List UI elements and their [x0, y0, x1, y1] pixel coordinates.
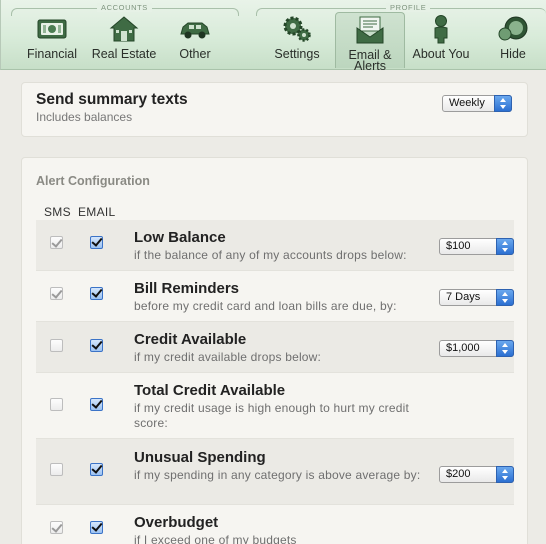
unusual-spending-threshold-value: $200	[446, 468, 471, 480]
hide-button[interactable]: Hide	[491, 12, 535, 68]
bill-reminders-days-value: 7 Days	[446, 291, 481, 303]
summary-frequency-value: Weekly	[449, 97, 485, 109]
alert-description: if my spending in any category is above …	[134, 468, 421, 482]
alert-row-total-credit-available: Total Credit Available if my credit usag…	[36, 373, 514, 439]
about-you-button[interactable]: About You	[407, 12, 475, 68]
overbudget-sms-checkbox[interactable]	[50, 521, 63, 534]
other-button[interactable]: Other	[169, 12, 221, 68]
summary-subtitle: Includes balances	[36, 110, 133, 124]
low-balance-sms-checkbox[interactable]	[50, 236, 63, 249]
alert-name: Low Balance	[134, 229, 226, 246]
low-balance-threshold-value: $100	[446, 240, 471, 252]
low-balance-threshold-select[interactable]: $100	[439, 238, 514, 255]
alert-name: Overbudget	[134, 514, 219, 531]
alert-configuration-heading: Alert Configuration	[36, 174, 150, 188]
accounts-group-caption: ACCOUNTS	[97, 3, 152, 12]
alert-configuration-panel: Alert Configuration SMS EMAIL Low Balanc…	[21, 157, 528, 544]
unusual-spending-sms-checkbox[interactable]	[50, 463, 63, 476]
bill-reminders-email-checkbox[interactable]	[90, 287, 103, 300]
alert-name: Total Credit Available	[134, 382, 286, 399]
select-arrows-icon	[496, 289, 514, 306]
about-you-label: About You	[412, 47, 470, 61]
alert-row-overbudget: Overbudget if I exceed one of my budgets	[36, 505, 514, 544]
financial-button[interactable]: Financial	[21, 12, 83, 68]
bill-reminders-days-select[interactable]: 7 Days	[439, 289, 514, 306]
alert-row-unusual-spending: Unusual Spending if my spending in any c…	[36, 439, 514, 505]
bill-reminders-sms-checkbox[interactable]	[50, 287, 63, 300]
alert-row-credit-available: Credit Available if my credit available …	[36, 322, 514, 373]
house-icon	[109, 16, 139, 42]
person-icon	[434, 15, 448, 44]
alert-name: Bill Reminders	[134, 280, 240, 297]
alert-row-bill-reminders: Bill Reminders before my credit card and…	[36, 271, 514, 322]
overbudget-email-checkbox[interactable]	[90, 521, 103, 534]
email-alerts-label: Email & Alerts	[348, 48, 392, 73]
summary-frequency-select[interactable]: Weekly	[442, 95, 512, 112]
financial-card-icon	[37, 19, 67, 39]
low-balance-email-checkbox[interactable]	[90, 236, 103, 249]
other-label: Other	[179, 47, 211, 61]
settings-label: Settings	[274, 47, 320, 61]
total-credit-sms-checkbox[interactable]	[50, 398, 63, 411]
alert-row-low-balance: Low Balance if the balance of any of my …	[36, 220, 514, 271]
alert-description: if my credit usage is high enough to hur…	[134, 401, 409, 430]
alert-name: Unusual Spending	[134, 449, 266, 466]
alert-description: if I exceed one of my budgets	[134, 533, 297, 544]
unusual-spending-threshold-select[interactable]: $200	[439, 466, 514, 483]
alert-name: Credit Available	[134, 331, 247, 348]
credit-available-sms-checkbox[interactable]	[50, 339, 63, 352]
hide-icon	[498, 16, 528, 41]
alert-description: before my credit card and loan bills are…	[134, 299, 397, 313]
envelope-icon	[356, 16, 384, 44]
email-alerts-button[interactable]: Email & Alerts	[335, 12, 405, 72]
settings-button[interactable]: Settings	[269, 12, 325, 68]
summary-texts-panel: Send summary texts Includes balances Wee…	[21, 82, 528, 137]
total-credit-email-checkbox[interactable]	[90, 398, 103, 411]
unusual-spending-email-checkbox[interactable]	[90, 463, 103, 476]
select-arrows-icon	[496, 466, 514, 483]
real-estate-label: Real Estate	[91, 47, 157, 61]
sms-column-header: SMS	[44, 205, 71, 219]
car-icon	[180, 22, 210, 39]
select-arrows-icon	[496, 340, 514, 357]
credit-available-threshold-select[interactable]: $1,000	[439, 340, 514, 357]
credit-available-email-checkbox[interactable]	[90, 339, 103, 352]
summary-title: Send summary texts	[36, 91, 188, 108]
profile-group-caption: PROFILE	[386, 3, 431, 12]
alert-description: if my credit available drops below:	[134, 350, 322, 364]
toolbar: ACCOUNTS PROFILE Financial Real Estate O…	[0, 0, 546, 72]
real-estate-button[interactable]: Real Estate	[89, 12, 159, 68]
credit-available-threshold-value: $1,000	[446, 342, 480, 354]
select-arrows-icon	[494, 95, 512, 112]
hide-label: Hide	[500, 47, 526, 61]
email-column-header: EMAIL	[78, 205, 116, 219]
select-arrows-icon	[496, 238, 514, 255]
financial-label: Financial	[26, 47, 78, 61]
gears-icon	[283, 16, 311, 42]
alert-description: if the balance of any of my accounts dro…	[134, 248, 407, 262]
